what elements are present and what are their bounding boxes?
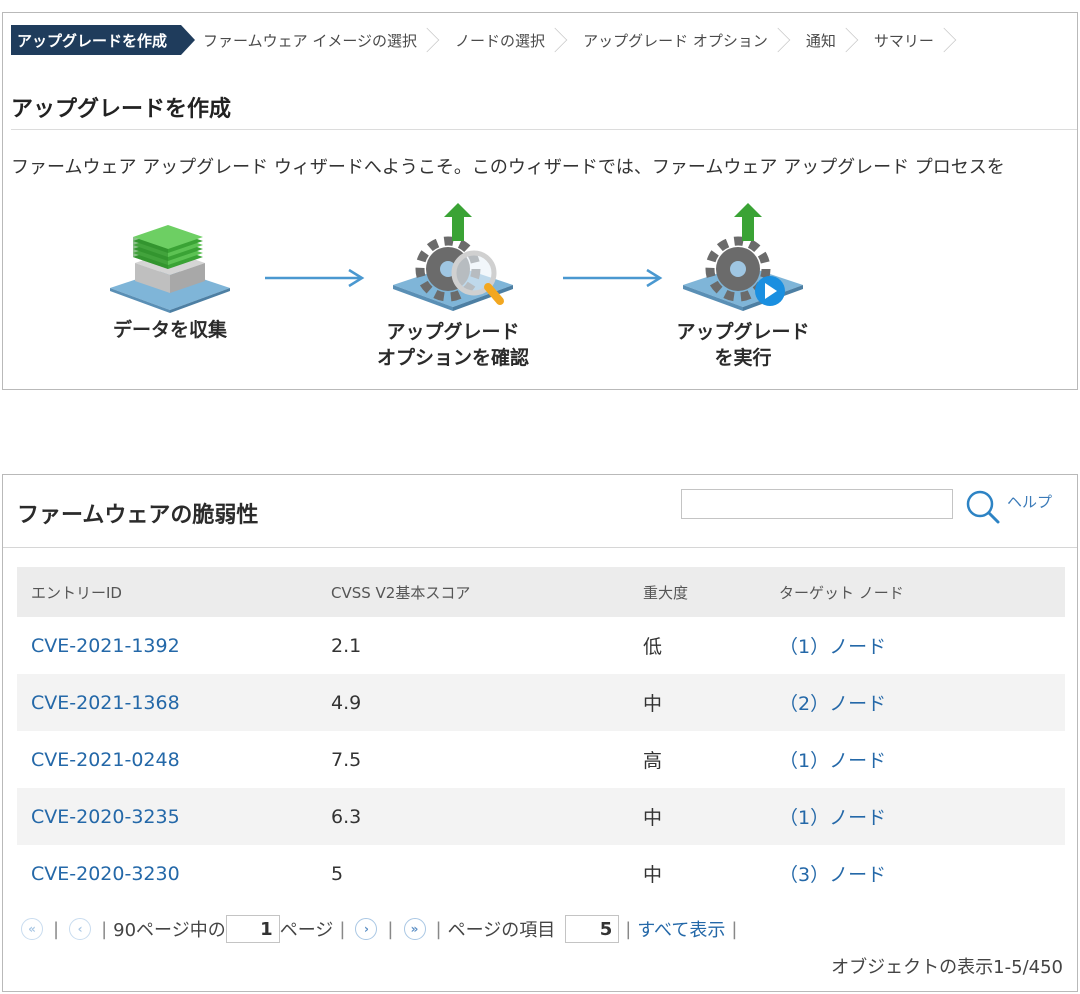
chevron-right-icon [833,27,859,53]
title-divider [11,129,1077,130]
target-nodes-link[interactable]: （1）ノード [779,750,886,772]
table-row: CVE-2020-3235 6.3 中 （1）ノード [17,788,1065,845]
step-label-line2: を実行 [714,347,772,369]
header-divider [3,547,1077,548]
arrow-right-icon [563,268,663,288]
chevron-right-icon [931,27,957,53]
step-collect-data: データを収集 [95,213,245,343]
page-suffix: ページ [279,920,334,941]
severity: 中 [643,864,663,886]
cvss-score: 5 [331,862,344,885]
panel-title: ファームウェアの脆弱性 [17,503,259,528]
wizard-breadcrumb: アップグレードを作成 ファームウェア イメージの選択 ノードの選択 アップグレー… [11,25,962,55]
cve-link[interactable]: CVE-2021-1392 [31,635,180,657]
items-per-page-label: ページの項目 [447,920,556,941]
items-per-page-input[interactable] [565,915,620,943]
first-page-icon[interactable]: « [21,918,43,940]
show-all-link[interactable]: すべて表示 [637,916,725,942]
step-review-options: アップグレード オプションを確認 [353,203,553,371]
cvss-score: 7.5 [331,748,362,771]
last-page-icon[interactable]: » [403,918,426,940]
cve-link[interactable]: CVE-2021-0248 [31,749,180,771]
cve-link[interactable]: CVE-2021-1368 [31,692,180,714]
arrow-right-icon [265,268,365,288]
table-row: CVE-2021-0248 7.5 高 （1）ノード [17,731,1065,788]
severity: 中 [629,674,765,731]
chevron-right-icon [414,27,440,53]
target-nodes-link[interactable]: （2）ノード [779,693,886,715]
total-pages-text: 90ページ中の [113,920,226,941]
cvss-score: 2.1 [331,634,362,657]
crumb-select-nodes[interactable]: ノードの選択 [445,25,573,55]
crumb-select-firmware-image[interactable]: ファームウェア イメージの選択 [195,25,445,55]
crumb-upgrade-options[interactable]: アップグレード オプション [573,25,796,55]
cve-link[interactable]: CVE-2020-3235 [31,806,180,828]
target-nodes-link[interactable]: （1）ノード [779,636,886,658]
crumb-create-upgrade[interactable]: アップグレードを作成 [11,25,196,55]
pager-separator: | [339,918,346,940]
step-label: アップグレード [386,321,520,343]
pager-separator: | [435,918,442,940]
pager-separator: | [731,918,738,940]
column-header-entry-id[interactable]: エントリーID [17,567,317,617]
next-page-icon[interactable]: › [355,918,378,940]
chevron-right-icon [765,27,791,53]
column-header-severity[interactable]: 重大度 [629,567,765,617]
object-count-status: オブジェクトの表示1-5/450 [831,957,1063,978]
upgrade-wizard-panel: アップグレードを作成 ファームウェア イメージの選択 ノードの選択 アップグレー… [2,12,1078,390]
wizard-intro-text: ファームウェア アップグレード ウィザードへようこそ。このウィザードでは、ファー… [11,157,1005,178]
pagination-bar: « | ‹ | 90ページ中の ページ | › | » | ページの項目 | す… [17,913,743,945]
vulnerability-table: エントリーID CVSS V2基本スコア 重大度 ターゲット ノード CVE-2… [17,567,1065,902]
run-upgrade-icon [683,203,803,311]
severity: 低 [643,636,663,658]
table-row: CVE-2020-3230 5 中 （3）ノード [17,845,1065,902]
page-title: アップグレードを作成 [11,97,232,122]
pager-separator: | [625,918,632,940]
target-nodes-link[interactable]: （1）ノード [779,807,886,829]
crumb-notifications[interactable]: 通知 [796,25,864,55]
column-header-target-nodes[interactable]: ターゲット ノード [765,567,1065,617]
column-header-cvss-score[interactable]: CVSS V2基本スコア [317,567,629,617]
cvss-score: 4.9 [317,674,629,731]
cve-link[interactable]: CVE-2020-3230 [31,863,180,885]
step-label: データを収集 [112,319,227,341]
table-row: CVE-2021-1368 4.9 中 （2）ノード [17,674,1065,731]
help-link[interactable]: ヘルプ [1007,491,1052,512]
severity: 高 [643,750,663,772]
chevron-right-icon [542,27,568,53]
previous-page-icon[interactable]: ‹ [69,918,92,940]
search-input[interactable] [681,489,953,519]
collect-data-icon [110,225,230,313]
firmware-vulnerabilities-panel: ファームウェアの脆弱性 ヘルプ エントリーID CVSS V2基本スコア 重大度… [2,474,1078,992]
pager-separator: | [101,918,108,940]
search-icon[interactable] [963,487,1003,525]
step-run-upgrade: アップグレード を実行 [653,203,833,371]
step-label: アップグレード [676,321,810,343]
pager-separator: | [387,918,394,940]
target-nodes-link[interactable]: （3）ノード [779,864,886,886]
table-row: CVE-2021-1392 2.1 低 （1）ノード [17,617,1065,674]
current-page-input[interactable] [225,915,280,943]
severity: 中 [629,788,765,845]
review-options-icon [393,203,513,311]
step-label-line2: オプションを確認 [376,347,529,369]
crumb-summary[interactable]: サマリー [864,25,962,55]
cvss-score: 6.3 [317,788,629,845]
pager-separator: | [53,918,60,940]
table-header-row: エントリーID CVSS V2基本スコア 重大度 ターゲット ノード [17,567,1065,617]
